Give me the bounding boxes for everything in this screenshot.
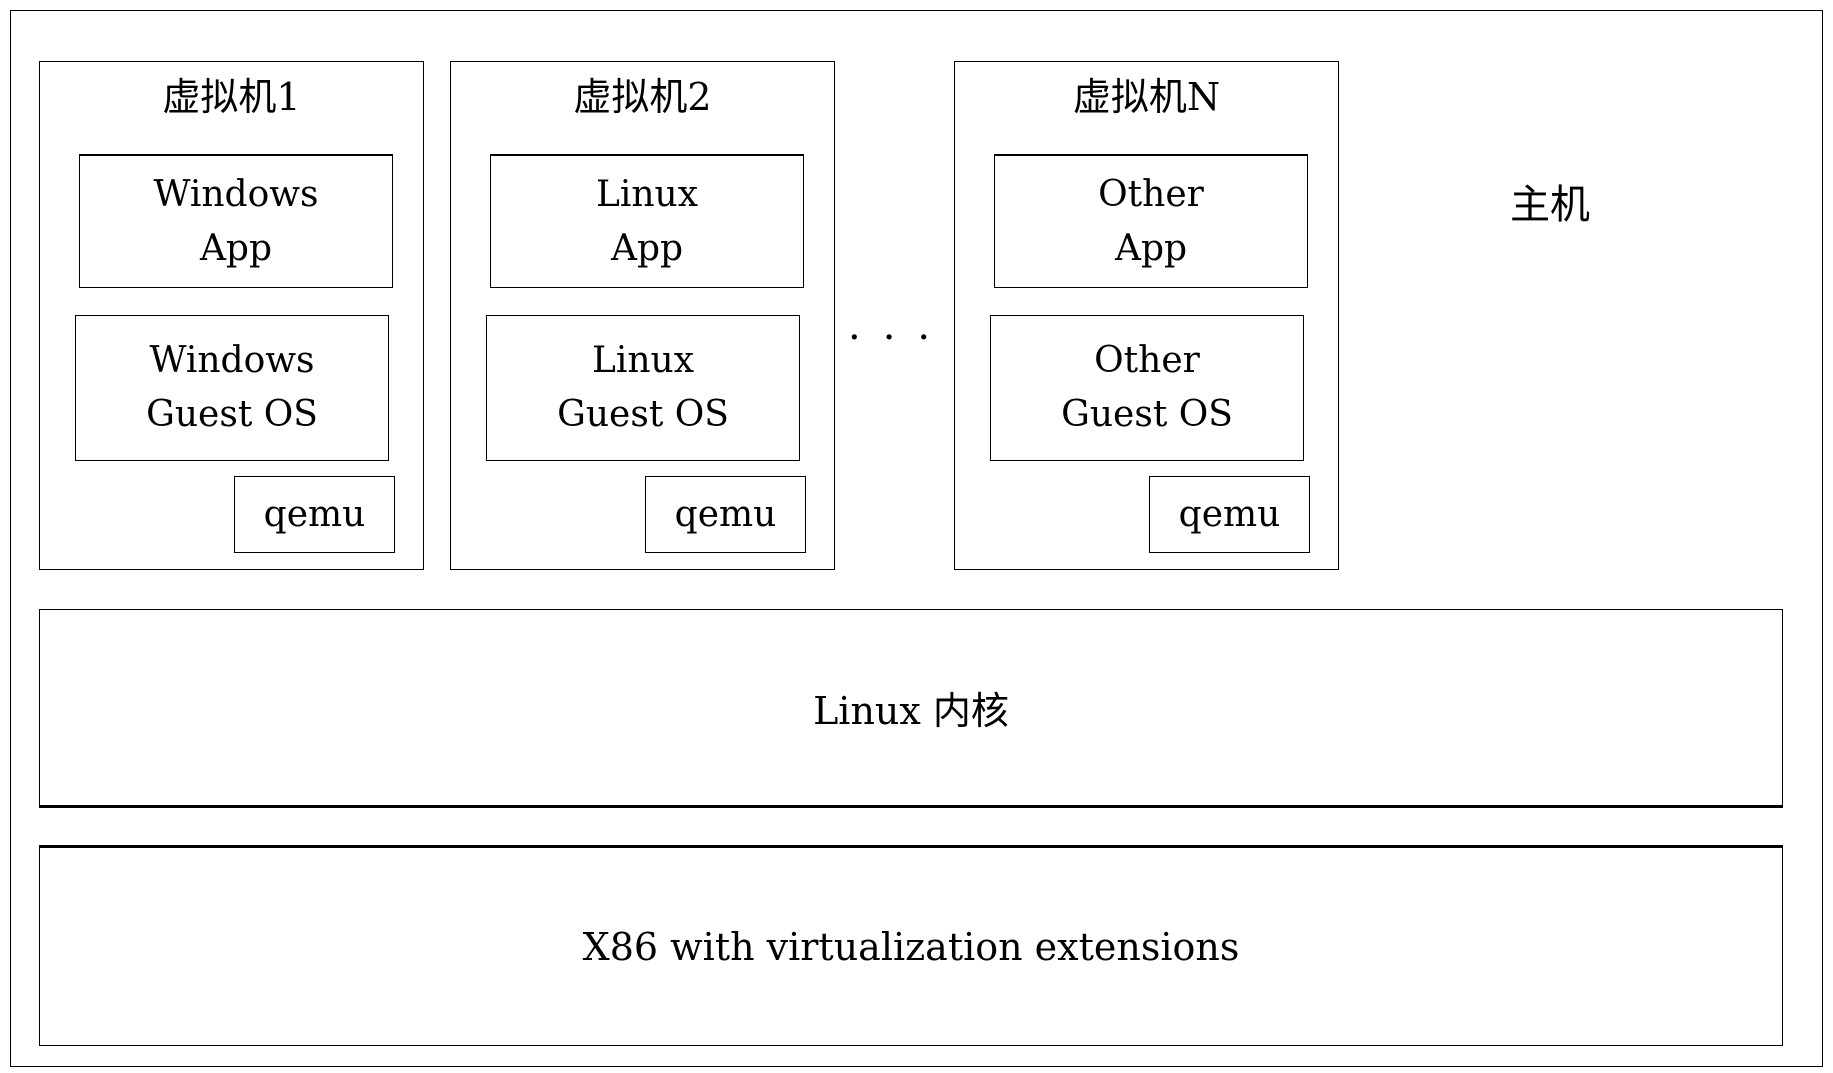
linux-kernel-layer: Linux 内核 bbox=[39, 609, 1783, 808]
vm-qemu: qemu bbox=[234, 476, 395, 553]
host-label: 主机 bbox=[1510, 182, 1590, 228]
vm-title: 虚拟机2 bbox=[573, 75, 712, 119]
vm-app: Windows App bbox=[79, 154, 393, 288]
vm-1: 虚拟机1 Windows App Windows Guest OS qemu bbox=[39, 61, 424, 570]
hardware-layer: X86 with virtualization extensions bbox=[39, 845, 1783, 1046]
vm-n: 虚拟机N Other App Other Guest OS qemu bbox=[954, 61, 1339, 570]
kernel-label: Linux 内核 bbox=[813, 689, 1009, 733]
vm-guest-os: Windows Guest OS bbox=[75, 315, 389, 461]
vm-title: 虚拟机N bbox=[1072, 75, 1221, 119]
ellipsis: ··· bbox=[848, 315, 953, 361]
vm-qemu: qemu bbox=[1149, 476, 1310, 553]
vm-title: 虚拟机1 bbox=[162, 75, 301, 119]
vm-app: Linux App bbox=[490, 154, 804, 288]
vm-2: 虚拟机2 Linux App Linux Guest OS qemu bbox=[450, 61, 835, 570]
vm-qemu: qemu bbox=[645, 476, 806, 553]
vm-guest-os: Linux Guest OS bbox=[486, 315, 800, 461]
hardware-label: X86 with virtualization extensions bbox=[582, 924, 1240, 969]
vm-app: Other App bbox=[994, 154, 1308, 288]
vm-guest-os: Other Guest OS bbox=[990, 315, 1304, 461]
